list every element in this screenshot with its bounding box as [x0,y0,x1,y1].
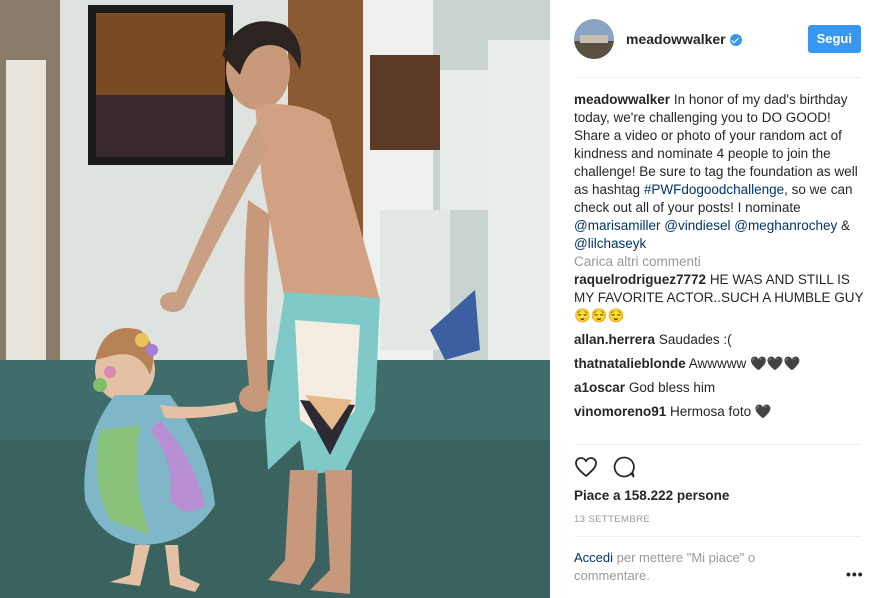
comment-username[interactable]: a1oscar [574,380,625,395]
mention-link[interactable]: @vindiesel [664,218,730,233]
load-more-comments-button[interactable]: Carica altri commenti [574,253,864,271]
comment-item: a1oscar God bless him [574,379,864,397]
caption-and: & [837,218,851,233]
mention-link[interactable]: @lilchaseyk [574,236,646,251]
post-date: 13 SETTEMBRE [574,514,651,525]
header-username[interactable]: meadowwalker [626,31,726,47]
header-divider [574,77,861,78]
comment-text: Awwwww 🖤🖤🖤 [688,356,801,371]
heart-icon[interactable] [574,455,598,484]
comment-username[interactable]: vinomoreno91 [574,404,666,419]
comment-text: Saudades :( [658,332,732,347]
comment-text: God bless him [628,380,716,395]
caption-username[interactable]: meadowwalker [574,92,670,107]
login-prompt: Accedi per mettere "Mi piace" o commenta… [574,549,824,585]
post-sidebar: meadowwalker Segui meadowwalker In honor… [550,0,869,598]
action-bar [574,455,636,484]
comment-icon[interactable] [612,455,636,484]
comment-text: Hermosa foto 🖤 [670,404,772,419]
comments-list[interactable]: meadowwalker In honor of my dad's birthd… [574,91,864,443]
comments-divider [574,444,861,445]
footer-divider [574,536,861,537]
comment-username[interactable]: raquelrodriguez7772 [574,272,706,287]
comment-item: thatnatalieblonde Awwwww 🖤🖤🖤 [574,355,864,373]
hashtag-link[interactable]: #PWFdogoodchallenge [644,182,784,197]
avatar[interactable] [574,19,614,59]
mention-link[interactable]: @marisamiller [574,218,660,233]
comment-item: raquelrodriguez7772 HE WAS AND STILL IS … [574,271,864,325]
comment-username[interactable]: allan.herrera [574,332,655,347]
likes-count[interactable]: Piace a 158.222 persone [574,488,729,503]
comment-item: allan.herrera Saudades :( [574,331,864,349]
post-header: meadowwalker Segui [574,18,861,60]
photo-illustration [0,0,550,598]
comment-item: vinomoreno91 Hermosa foto 🖤 [574,403,864,421]
login-link[interactable]: Accedi [574,550,613,565]
more-options-icon[interactable]: ••• [846,566,864,582]
mention-link[interactable]: @meghanrochey [734,218,837,233]
caption: meadowwalker In honor of my dad's birthd… [574,91,864,253]
follow-button[interactable]: Segui [807,25,861,53]
comment-username[interactable]: thatnatalieblonde [574,356,686,371]
verified-badge-icon [729,34,742,46]
post-photo[interactable] [0,0,550,598]
